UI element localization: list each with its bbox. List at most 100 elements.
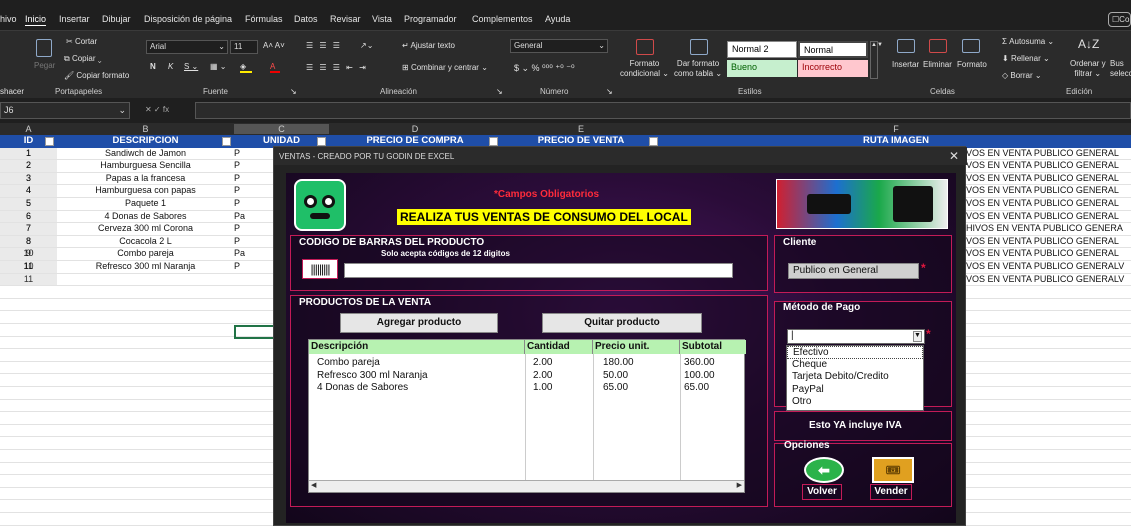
cell-ruta-imagen[interactable]: VOS EN VENTA PUBLICO GENERAL [966, 173, 1131, 186]
item-desc[interactable]: Refresco 300 ml Naranja [317, 370, 428, 381]
sort-filter-button[interactable]: Ordenar y filtrar ⌄ [1070, 59, 1106, 79]
copy-button[interactable]: ⧉ Copiar ⌄ [64, 54, 102, 64]
row-header[interactable]: 5 [0, 198, 57, 211]
cell-ruta-imagen[interactable]: VOS EN VENTA PUBLICO GENERAL [966, 236, 1131, 249]
cell-descripcion[interactable]: 4 Donas de Sabores [57, 211, 234, 224]
cell-descripcion[interactable] [57, 274, 234, 287]
items-table[interactable]: Descripción Cantidad Precio unit. Subtot… [308, 339, 746, 493]
remove-product-button[interactable]: Quitar producto [542, 313, 702, 333]
font-name-select[interactable]: Arial ⌄ [146, 40, 228, 54]
item-desc[interactable]: 4 Donas de Sabores [317, 382, 408, 393]
filter-dropdown-icon[interactable] [489, 137, 498, 146]
tab-insertar[interactable]: Insertar [59, 14, 90, 24]
style-bad[interactable]: Incorrecto [798, 60, 868, 77]
tab-formulas[interactable]: Fórmulas [245, 14, 283, 24]
item-qty[interactable]: 1.00 [533, 382, 552, 393]
merge-center-button[interactable]: ⊞ Combinar y centrar ⌄ [402, 63, 488, 72]
cell-ruta-imagen[interactable]: VOS EN VENTA PUBLICO GENERAL [966, 211, 1131, 224]
grow-font-button[interactable]: A˄ A˅ [263, 41, 285, 50]
format-painter-button[interactable]: 🖌 Copiar formato [64, 71, 129, 80]
add-product-button[interactable]: Agregar producto [340, 313, 498, 333]
paste-label[interactable]: Pegar [34, 61, 55, 70]
item-subtotal[interactable]: 65.00 [684, 382, 709, 393]
cell-ruta-imagen[interactable]: VOS EN VENTA PUBLICO GENERAL [966, 148, 1131, 161]
font-dialog-launcher[interactable]: ↘ [290, 87, 297, 96]
tab-archivo[interactable]: hivo [0, 14, 17, 24]
row-header[interactable]: 3 [0, 172, 57, 186]
tab-revisar[interactable]: Revisar [330, 14, 361, 24]
back-arrow-icon[interactable]: ⬅ [804, 457, 844, 483]
tab-complementos[interactable]: Complementos [472, 14, 533, 24]
payment-option[interactable]: Cheque [787, 359, 923, 372]
row-header[interactable]: 1 [0, 147, 57, 161]
item-desc[interactable]: Combo pareja [317, 357, 380, 368]
back-button[interactable]: Volver [802, 484, 842, 500]
find-select-button[interactable]: Bus selecc [1110, 59, 1131, 79]
bold-button[interactable]: N [150, 62, 156, 71]
fill-button[interactable]: ⬇ Rellenar ⌄ [1002, 54, 1050, 63]
payment-option[interactable]: PayPal [787, 384, 923, 397]
insert-cells-button[interactable]: Insertar [892, 60, 919, 69]
conditional-format-button[interactable]: Formato condicional ⌄ [620, 59, 669, 79]
scroll-left-icon[interactable]: ◀ [311, 481, 316, 489]
row-header[interactable]: 8 [0, 235, 57, 249]
cell-descripcion[interactable]: Hamburguesa con papas [57, 185, 234, 198]
row-header[interactable]: 10 [0, 261, 57, 274]
column-f[interactable]: F [661, 124, 1131, 134]
scroll-right-icon[interactable]: ▶ [737, 481, 742, 489]
item-price[interactable]: 65.00 [603, 382, 628, 393]
undo-label[interactable]: shacer [0, 87, 24, 96]
row-header[interactable]: 7 [0, 223, 57, 236]
close-icon[interactable]: ✕ [949, 149, 959, 163]
cell-descripcion[interactable]: Cocacola 2 L [57, 236, 234, 249]
payment-select[interactable]: | ▼ [787, 329, 925, 344]
column-b[interactable]: B [57, 124, 234, 134]
payment-option[interactable]: Efectivo [787, 346, 923, 359]
col-subtotal[interactable]: Subtotal [680, 340, 746, 354]
fill-color-button[interactable]: ◈ [240, 62, 252, 73]
format-cells-button[interactable]: Formato [957, 60, 987, 69]
row-header[interactable]: 4 [0, 185, 57, 198]
cell-ruta-imagen[interactable]: HIVOS EN VENTA PUBLICO GENERA [966, 223, 1131, 236]
wrap-text-button[interactable]: ↵ Ajustar texto [402, 41, 455, 50]
italic-button[interactable]: K [168, 62, 173, 71]
item-subtotal[interactable]: 100.00 [684, 370, 715, 381]
filter-dropdown-icon[interactable] [649, 137, 658, 146]
style-normal2[interactable]: Normal 2 [727, 41, 797, 58]
item-price[interactable]: 180.00 [603, 357, 634, 368]
font-color-button[interactable]: A [270, 62, 280, 73]
column-e[interactable]: E [501, 124, 661, 134]
borders-button[interactable]: ▦ ⌄ [210, 62, 226, 71]
vertical-align-buttons[interactable]: ☰ ☰ ☰ [306, 41, 342, 50]
tab-programador[interactable]: Programador [404, 14, 457, 24]
cell-descripcion[interactable]: Cerveza 300 ml Corona [57, 223, 234, 236]
cell-ruta-imagen[interactable]: VOS EN VENTA PUBLICO GENERAL [966, 248, 1131, 261]
cut-button[interactable]: ✂ Cortar [66, 37, 97, 46]
format-as-table-icon[interactable] [690, 39, 708, 55]
filter-dropdown-icon[interactable] [222, 137, 231, 146]
delete-cells-button[interactable]: Eliminar [923, 60, 952, 69]
cell-ruta-imagen[interactable]: VOS EN VENTA PUBLICO GENERALV [966, 261, 1131, 274]
orientation-button[interactable]: ↗⌄ [360, 41, 373, 50]
name-box[interactable]: J6 ⌄ [0, 102, 130, 119]
col-descripcion[interactable]: Descripción [309, 340, 525, 354]
clear-button[interactable]: ◇ Borrar ⌄ [1002, 71, 1042, 80]
item-price[interactable]: 50.00 [603, 370, 628, 381]
cell-descripcion[interactable]: Sandiwch de Jamon [57, 148, 234, 161]
cell-ruta-imagen[interactable]: VOS EN VENTA PUBLICO GENERALV [966, 274, 1131, 287]
conditional-format-icon[interactable] [636, 39, 654, 55]
styles-scroll[interactable]: ▲▼ [870, 41, 883, 79]
cell-ruta-imagen[interactable]: VOS EN VENTA PUBLICO GENERAL [966, 185, 1131, 198]
underline-button[interactable]: S ⌄ [184, 62, 198, 71]
cell-ruta-imagen[interactable]: VOS EN VENTA PUBLICO GENERAL [966, 198, 1131, 211]
ticket-icon[interactable]: 🎟 [872, 457, 914, 483]
barcode-input[interactable] [344, 263, 733, 278]
payment-option[interactable]: Tarjeta Debito/Credito [787, 371, 923, 384]
cell-ruta-imagen[interactable]: VOS EN VENTA PUBLICO GENERAL [966, 160, 1131, 173]
alignment-dialog-launcher[interactable]: ↘ [496, 87, 503, 96]
comments-button[interactable]: ☐Co [1108, 12, 1131, 27]
tab-ayuda[interactable]: Ayuda [545, 14, 570, 24]
formula-buttons[interactable]: ✕ ✓ fx [145, 105, 169, 114]
column-c[interactable]: C [234, 124, 329, 134]
row-header[interactable]: 6 [0, 210, 57, 224]
